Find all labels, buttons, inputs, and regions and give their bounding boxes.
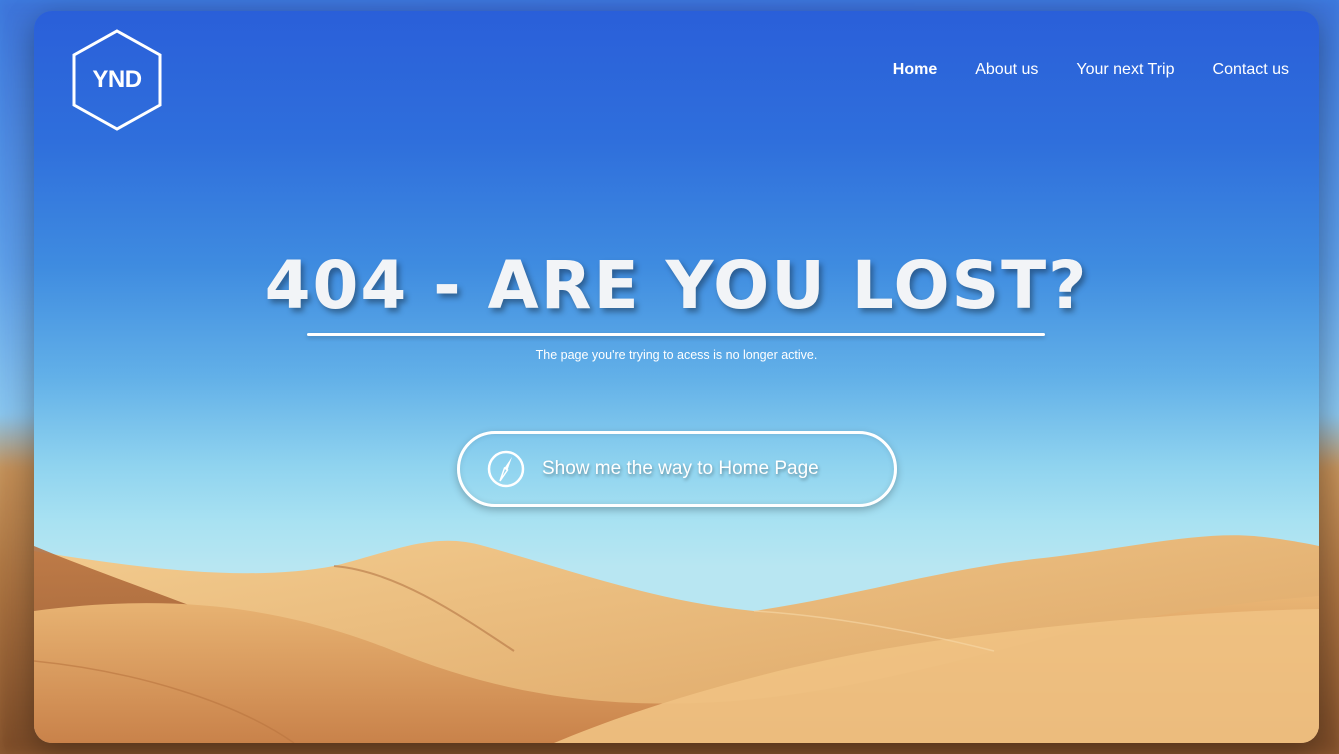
- home-page-button-label: Show me the way to Home Page: [542, 458, 819, 479]
- error-title: 404 - ARE YOU LOST?: [264, 247, 1089, 324]
- compass-icon: [487, 450, 525, 488]
- desert-dunes-image: [34, 535, 1319, 743]
- nav-your-next-trip[interactable]: Your next Trip: [1076, 61, 1174, 79]
- nav-home[interactable]: Home: [893, 61, 937, 79]
- error-subtitle: The page you're trying to acess is no lo…: [535, 348, 818, 362]
- ynd-logo[interactable]: YND: [70, 28, 164, 132]
- page-card: YND Home About us Your next Trip Contact…: [34, 11, 1319, 743]
- nav-about-us[interactable]: About us: [975, 61, 1038, 79]
- logo-text: YND: [92, 66, 142, 93]
- home-page-button[interactable]: Show me the way to Home Page: [457, 431, 897, 507]
- nav-contact-us[interactable]: Contact us: [1213, 61, 1289, 79]
- main-nav: Home About us Your next Trip Contact us: [893, 61, 1289, 79]
- title-divider: [307, 333, 1045, 336]
